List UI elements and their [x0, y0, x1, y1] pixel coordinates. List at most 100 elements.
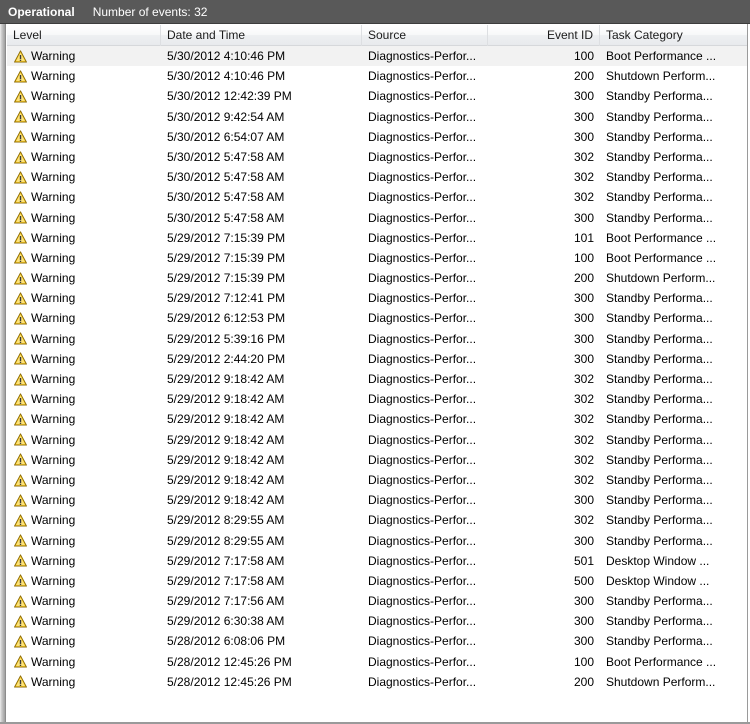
cell-level: Warning — [7, 551, 161, 571]
cell-level: Warning — [7, 46, 161, 66]
level-label: Warning — [31, 614, 76, 629]
level-label: Warning — [31, 89, 76, 104]
cell-task-category: Standby Performa... — [606, 432, 713, 447]
warning-icon — [14, 90, 27, 103]
warning-icon — [14, 675, 27, 688]
table-row[interactable]: Warning 5/29/2012 7:17:56 AM Diagnostics-P… — [7, 591, 747, 611]
cell-source: Diagnostics-Perfor... — [368, 291, 477, 306]
table-row[interactable]: Warning 5/28/2012 12:45:26 PM Diagnostics-… — [7, 652, 747, 672]
level-label: Warning — [31, 513, 76, 528]
table-row[interactable]: Warning 5/29/2012 9:18:42 AM Diagnostics-P… — [7, 490, 747, 510]
column-header-event-id[interactable]: Event ID — [488, 25, 600, 46]
cell-event-id: 100 — [573, 654, 594, 669]
cell-date-and-time: 5/30/2012 5:47:58 AM — [167, 170, 285, 185]
cell-level: Warning — [7, 308, 161, 328]
table-row[interactable]: Warning 5/29/2012 2:44:20 PM Diagnostics-P… — [7, 349, 747, 369]
cell-task-category: Shutdown Perform... — [606, 674, 716, 689]
cell-date-and-time: 5/29/2012 7:15:39 PM — [167, 250, 286, 265]
cell-task-category: Standby Performa... — [606, 634, 713, 649]
table-row[interactable]: Warning 5/30/2012 6:54:07 AM Diagnostics-P… — [7, 127, 747, 147]
cell-date-and-time: 5/29/2012 7:17:58 AM — [167, 573, 285, 588]
warning-icon — [14, 393, 27, 406]
column-header-task-category[interactable]: Task Category — [600, 25, 740, 46]
cell-task-category: Boot Performance ... — [606, 49, 717, 63]
table-row[interactable]: Warning 5/29/2012 7:17:58 AM Diagnostics-P… — [7, 551, 747, 571]
cell-date-and-time: 5/30/2012 4:10:46 PM — [167, 69, 286, 84]
cell-event-id: 100 — [573, 250, 594, 265]
cell-source: Diagnostics-Perfor... — [368, 392, 477, 407]
cell-date-and-time: 5/30/2012 4:10:46 PM — [167, 49, 286, 63]
table-row[interactable]: Warning 5/29/2012 9:18:42 AM Diagnostics-P… — [7, 369, 747, 389]
table-row[interactable]: Warning 5/30/2012 5:47:58 AM Diagnostics-P… — [7, 147, 747, 167]
table-row[interactable]: Warning 5/29/2012 6:12:53 PM Diagnostics-P… — [7, 308, 747, 328]
column-header-level[interactable]: Level — [7, 25, 161, 46]
table-row[interactable]: Warning 5/30/2012 5:47:58 AM Diagnostics-P… — [7, 208, 747, 228]
cell-level: Warning — [7, 107, 161, 127]
level-label: Warning — [31, 271, 76, 286]
table-row[interactable]: Warning 5/28/2012 12:45:26 PM Diagnostics-… — [7, 672, 747, 692]
table-row[interactable]: Warning 5/30/2012 12:42:39 PM Diagnostics-… — [7, 86, 747, 106]
table-row[interactable]: Warning 5/29/2012 9:18:42 AM Diagnostics-P… — [7, 409, 747, 429]
warning-icon — [14, 150, 27, 164]
table-row[interactable]: Warning 5/29/2012 8:29:55 AM Diagnostics-P… — [7, 510, 747, 530]
cell-source: Diagnostics-Perfor... — [368, 170, 477, 185]
cell-source: Diagnostics-Perfor... — [368, 432, 477, 447]
table-row[interactable]: Warning 5/30/2012 4:10:46 PM Diagnostics-P… — [7, 46, 747, 67]
table-row[interactable]: Warning 5/29/2012 9:18:42 AM Diagnostics-P… — [7, 450, 747, 470]
warning-icon — [14, 49, 27, 63]
table-row[interactable]: Warning 5/29/2012 9:18:42 AM Diagnostics-P… — [7, 430, 747, 450]
cell-source: Diagnostics-Perfor... — [368, 412, 477, 427]
cell-date-and-time: 5/29/2012 8:29:55 AM — [167, 513, 285, 528]
table-row[interactable]: Warning 5/29/2012 7:17:58 AM Diagnostics-P… — [7, 571, 747, 591]
warning-icon — [14, 292, 27, 305]
table-row[interactable]: Warning 5/29/2012 7:15:39 PM Diagnostics-P… — [7, 228, 747, 248]
cell-event-id: 300 — [573, 109, 594, 124]
table-row[interactable]: Warning 5/29/2012 7:12:41 PM Diagnostics-P… — [7, 288, 747, 308]
table-row[interactable]: Warning 5/30/2012 4:10:46 PM Diagnostics-P… — [7, 66, 747, 86]
cell-date-and-time: 5/29/2012 7:17:56 AM — [167, 594, 285, 609]
level-label: Warning — [31, 654, 76, 669]
cell-event-id: 300 — [573, 594, 594, 609]
table-row[interactable]: Warning 5/29/2012 6:30:38 AM Diagnostics-P… — [7, 611, 747, 631]
cell-event-id: 101 — [573, 230, 594, 245]
warning-icon — [14, 211, 27, 224]
table-row[interactable]: Warning 5/29/2012 5:39:16 PM Diagnostics-P… — [7, 329, 747, 349]
event-list-body[interactable]: Warning 5/30/2012 4:10:46 PM Diagnostics-P… — [7, 46, 747, 721]
table-row[interactable]: Warning 5/29/2012 7:15:39 PM Diagnostics-P… — [7, 248, 747, 268]
cell-task-category: Standby Performa... — [606, 291, 713, 306]
cell-source: Diagnostics-Perfor... — [368, 149, 477, 164]
level-label: Warning — [31, 49, 76, 63]
table-row[interactable]: Warning 5/29/2012 9:18:42 AM Diagnostics-P… — [7, 470, 747, 490]
cell-date-and-time: 5/29/2012 7:15:39 PM — [167, 230, 286, 245]
warning-icon — [14, 433, 27, 446]
table-row[interactable]: Warning 5/30/2012 5:47:58 AM Diagnostics-P… — [7, 167, 747, 187]
table-row[interactable]: Warning 5/29/2012 7:15:39 PM Diagnostics-P… — [7, 268, 747, 288]
cell-task-category: Standby Performa... — [606, 472, 713, 487]
column-header-date-and-time[interactable]: Date and Time — [161, 25, 362, 46]
cell-level: Warning — [7, 430, 161, 450]
table-row[interactable]: Warning 5/29/2012 8:29:55 AM Diagnostics-P… — [7, 531, 747, 551]
cell-level: Warning — [7, 450, 161, 470]
cell-event-id: 302 — [573, 170, 594, 185]
warning-icon — [14, 171, 27, 184]
cell-level: Warning — [7, 187, 161, 207]
cell-event-id: 300 — [573, 351, 594, 366]
warning-icon — [14, 332, 27, 345]
column-header-source[interactable]: Source — [362, 25, 488, 46]
cell-task-category: Shutdown Perform... — [606, 271, 716, 286]
level-label: Warning — [31, 210, 76, 225]
table-row[interactable]: Warning 5/29/2012 9:18:42 AM Diagnostics-P… — [7, 389, 747, 409]
warning-icon — [14, 534, 27, 547]
cell-date-and-time: 5/29/2012 2:44:20 PM — [167, 351, 286, 366]
warning-icon — [14, 272, 27, 285]
warning-icon — [14, 130, 27, 143]
warning-icon — [14, 372, 27, 386]
table-row[interactable]: Warning 5/30/2012 9:42:54 AM Diagnostics-P… — [7, 107, 747, 127]
table-row[interactable]: Warning 5/28/2012 6:08:06 PM Diagnostics-P… — [7, 631, 747, 651]
event-count-label: Number of events: 32 — [92, 4, 208, 19]
event-list-view[interactable]: Level Date and Time Source Event ID Task… — [7, 25, 747, 722]
level-label: Warning — [31, 634, 76, 649]
table-row[interactable]: Warning 5/30/2012 5:47:58 AM Diagnostics-P… — [7, 187, 747, 207]
cell-task-category: Standby Performa... — [606, 372, 713, 386]
cell-task-category: Standby Performa... — [606, 452, 713, 467]
